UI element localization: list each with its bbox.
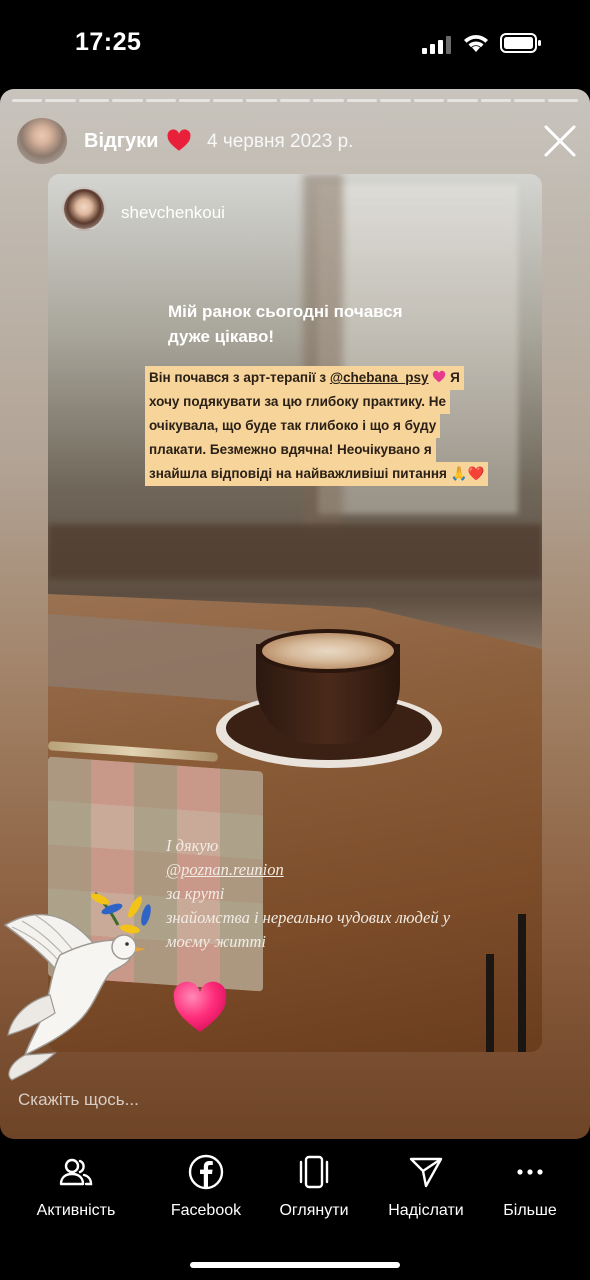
progress-segment bbox=[246, 99, 277, 102]
caption-body: Він почався з арт-терапії з @chebana_psy… bbox=[145, 366, 505, 486]
table-leg bbox=[486, 954, 494, 1052]
latte-art bbox=[262, 633, 394, 669]
caption-body-line: плакати. Безмежно вдячна! Неочікувано я bbox=[145, 438, 436, 462]
preview-button[interactable]: Оглянути bbox=[259, 1150, 369, 1230]
italic-caption: І дякую @poznan.reunion за круті знайомс… bbox=[166, 834, 526, 954]
more-dots-icon bbox=[517, 1169, 543, 1175]
mention-link[interactable]: @poznan.reunion bbox=[166, 860, 284, 879]
progress-segment bbox=[413, 99, 445, 102]
caption-text: І дякую bbox=[166, 836, 219, 855]
status-bar: 17:25 bbox=[0, 0, 590, 88]
progress-segment bbox=[447, 99, 478, 102]
story-progress-bar bbox=[12, 99, 578, 102]
caption-body-line: очікувала, що буде так глибоко і що я бу… bbox=[145, 414, 441, 438]
progress-segment bbox=[480, 99, 512, 102]
progress-segment bbox=[145, 99, 177, 102]
preview-label: Оглянути bbox=[279, 1202, 349, 1219]
activity-people-icon bbox=[59, 1158, 93, 1186]
repost-author-avatar[interactable] bbox=[62, 187, 106, 231]
italic-caption-line: І дякую @poznan.reunion за круті bbox=[166, 834, 526, 906]
repost-author-username[interactable]: shevchenkoui bbox=[121, 203, 225, 223]
activity-button[interactable]: Активність bbox=[21, 1150, 131, 1230]
progress-segment bbox=[279, 99, 311, 102]
story-card[interactable]: Відгуки 4 червня 2023 р. shevchenkoui Мі… bbox=[0, 89, 590, 1139]
background-bench bbox=[48, 524, 542, 579]
send-paper-plane-icon bbox=[409, 1157, 443, 1188]
wifi-icon bbox=[464, 35, 488, 52]
mention-link[interactable]: @chebana_psy bbox=[330, 370, 429, 385]
progress-segment bbox=[12, 99, 43, 102]
progress-segment bbox=[514, 99, 545, 102]
caption-text: Він почався з арт-терапії з bbox=[149, 370, 330, 385]
progress-segment bbox=[212, 99, 244, 102]
battery-icon bbox=[500, 33, 541, 53]
caption-body-line: знайшла відповіді на найважливіші питанн… bbox=[145, 462, 489, 486]
caption-title: Мій ранок сьогодні почався дуже цікаво! bbox=[168, 299, 498, 349]
progress-segment bbox=[78, 99, 110, 102]
home-indicator bbox=[190, 1262, 400, 1268]
caption-body-line: Він почався з арт-терапії з @chebana_psy… bbox=[145, 366, 464, 390]
caption-title-line: дуже цікаво! bbox=[168, 327, 275, 346]
caption-text: Я bbox=[446, 370, 460, 385]
italic-caption-line: знайомства і нереально чудових людей у bbox=[166, 908, 451, 927]
story-viewer-screen: 17:25 Відгуки 4 червня 2023 р. shevchenk… bbox=[0, 0, 590, 1280]
more-button[interactable]: Більше bbox=[475, 1150, 585, 1230]
progress-segment bbox=[179, 99, 210, 102]
progress-segment bbox=[346, 99, 378, 102]
close-icon[interactable] bbox=[543, 124, 577, 158]
caption-text: за круті bbox=[166, 884, 225, 903]
reply-input[interactable]: Скажіть щось... bbox=[18, 1090, 139, 1110]
red-heart-icon bbox=[167, 129, 191, 151]
story-header: Відгуки 4 червня 2023 р. bbox=[0, 114, 590, 172]
cellular-signal-icon bbox=[422, 36, 451, 54]
facebook-icon bbox=[188, 1154, 224, 1190]
send-button[interactable]: Надіслати bbox=[371, 1150, 481, 1230]
italic-caption-line: моєму житті bbox=[166, 932, 266, 951]
progress-segment bbox=[45, 99, 76, 102]
activity-label: Активність bbox=[36, 1202, 116, 1219]
progress-segment bbox=[112, 99, 143, 102]
progress-segment bbox=[547, 99, 578, 102]
progress-segment bbox=[313, 99, 344, 102]
facebook-label: Facebook bbox=[170, 1202, 242, 1219]
status-time: 17:25 bbox=[75, 28, 142, 56]
story-date: 4 червня 2023 р. bbox=[207, 131, 354, 152]
caption-title-line: Мій ранок сьогодні почався bbox=[168, 302, 403, 321]
story-action-bar: Активність Facebook Оглянути Надіслати Б… bbox=[0, 1150, 590, 1230]
send-label: Надіслати bbox=[388, 1202, 464, 1219]
dove-sticker[interactable] bbox=[0, 885, 160, 1085]
progress-segment bbox=[380, 99, 411, 102]
mention-preview-icon bbox=[299, 1155, 329, 1189]
highlight-title[interactable]: Відгуки bbox=[84, 130, 158, 153]
pink-heart-sticker[interactable] bbox=[172, 981, 228, 1035]
facebook-button[interactable]: Facebook bbox=[151, 1150, 261, 1230]
caption-body-line: хочу подякувати за цю глибоку практику. … bbox=[145, 390, 450, 414]
highlight-avatar[interactable] bbox=[17, 118, 67, 164]
more-label: Більше bbox=[503, 1202, 557, 1219]
pink-heart-emoji-icon bbox=[433, 370, 446, 383]
